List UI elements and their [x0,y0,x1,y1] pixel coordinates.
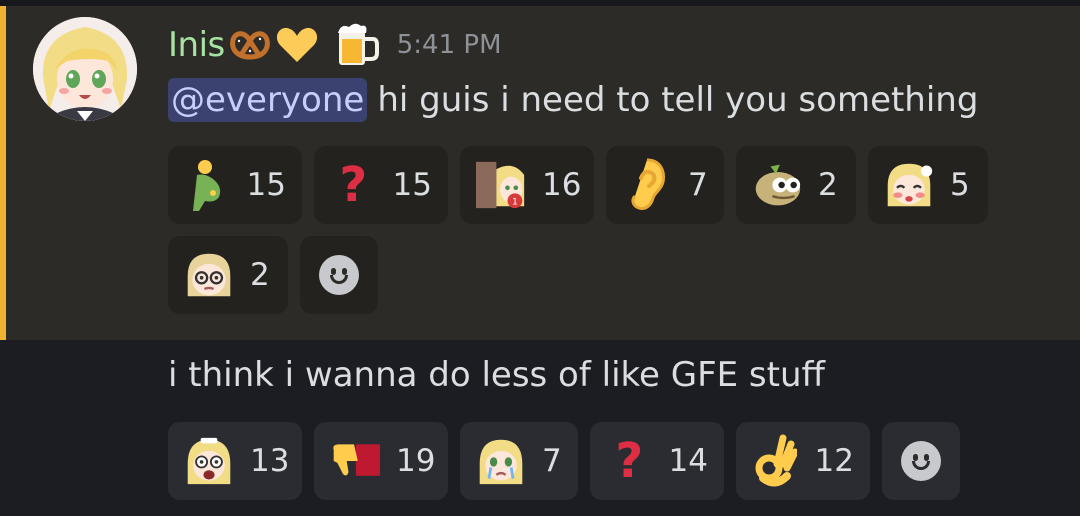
anime-girl-notification-emoji-icon: 1 [476,160,526,210]
anime-avatar-icon [33,17,137,121]
message-text: @everyone hi guis i need to tell you som… [168,72,978,128]
add-reaction-button[interactable] [300,236,378,314]
reaction-count: 2 [250,257,270,293]
message-header: Inis 5:41 PM [168,20,502,70]
pregnant-person-emoji-icon [184,160,231,211]
reaction-count: 16 [542,167,582,203]
timestamp: 5:41 PM [396,30,502,60]
message-highlighted: Inis 5:41 PM @everyone hi guis i need to… [0,6,1080,340]
reaction-count: 14 [668,443,708,479]
add-reaction-icon [901,441,941,481]
reaction-count: 13 [250,443,290,479]
reaction-count: 12 [814,443,854,479]
reaction[interactable]: 12 [736,422,870,500]
avatar[interactable] [33,17,137,121]
reaction-list: 15 ? 15 1 16 7 2 5 2 [168,146,1028,314]
thumbs-down-icon [330,436,380,486]
ear-icon [622,158,672,210]
beer-mug-icon [335,21,379,69]
reaction[interactable]: 5 [868,146,988,224]
reaction[interactable]: ? 14 [590,422,724,500]
yellow-heart-icon [275,25,319,65]
reaction[interactable]: 19 [314,422,448,500]
ok-hand-icon [752,434,799,487]
reaction[interactable]: 1 16 [460,146,594,224]
anime-girl-shocked-emoji-icon [184,436,234,486]
reaction[interactable]: 7 [606,146,724,224]
username[interactable]: Inis [168,25,225,65]
reaction-count: 2 [818,167,838,203]
reaction-count: 7 [542,443,562,479]
mention-indicator-bar [0,6,6,340]
mention-everyone[interactable]: @everyone [168,78,368,122]
anime-girl-crying-emoji-icon [476,436,526,486]
reaction[interactable]: 2 [168,236,288,314]
svg-text:1: 1 [512,196,518,207]
red-question-mark-icon: ? [339,157,368,213]
message-body: hi guis i need to tell you something [377,80,979,120]
reaction-count: 15 [246,167,286,203]
message-text: i think i wanna do less of like GFE stuf… [168,355,825,395]
reaction-list: 13 19 7 ? 14 12 [168,422,1028,500]
pretzel-icon [227,27,273,63]
reaction[interactable]: 2 [736,146,856,224]
reaction[interactable]: 7 [460,422,578,500]
reaction-count: 19 [396,443,436,479]
add-reaction-icon [319,255,359,295]
peanut-creature-emoji-icon [752,160,802,210]
reaction-count: 15 [392,167,432,203]
red-question-mark-icon: ? [615,433,644,489]
reaction[interactable]: 13 [168,422,302,500]
anime-girl-glasses-emoji-icon [184,250,234,300]
reaction-count: 5 [950,167,970,203]
anime-girl-blush-emoji-icon [884,160,934,210]
reaction-count: 7 [688,167,708,203]
reaction[interactable]: 15 [168,146,302,224]
add-reaction-button[interactable] [882,422,960,500]
reaction[interactable]: ? 15 [314,146,448,224]
